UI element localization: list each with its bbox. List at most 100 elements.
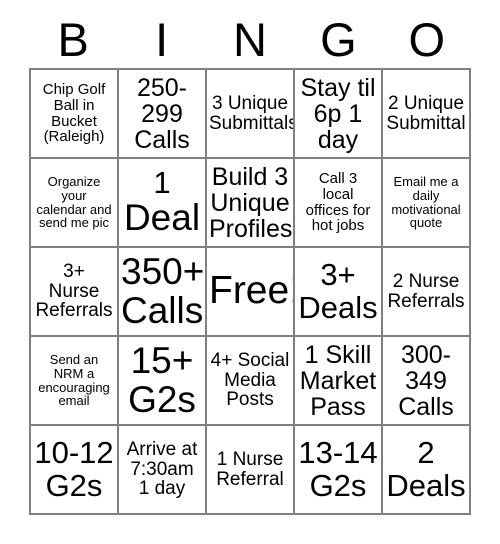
cell-o2-line: Email me a: [393, 174, 459, 190]
cell-b4-line: Send an: [49, 352, 99, 368]
cell-b3-line: Nurse: [48, 280, 100, 302]
cell-o3-line: 2 Nurse: [392, 270, 460, 292]
cell-i1[interactable]: 250- 299 Calls: [119, 70, 207, 159]
bingo-row: 10-12 G2s Arrive at 7:30am 1 day 1 Nurse Refer…: [31, 426, 471, 515]
cell-i5-line: Arrive at: [126, 438, 198, 460]
bingo-row: 3+ Nurse Referrals 350+ Calls Free! 3+ Deals 2 N…: [31, 248, 471, 337]
cell-i2[interactable]: 1 Deal: [119, 159, 207, 248]
cell-b2-line: calendar and: [36, 201, 112, 217]
cell-b1[interactable]: Chip Golf Ball in Bucket (Raleigh): [31, 70, 119, 159]
cell-o2[interactable]: Email me a daily motivational quote: [383, 159, 471, 248]
cell-o4[interactable]: 300- 349 Calls: [383, 337, 471, 426]
cell-o1-line: Submittal: [386, 112, 466, 134]
cell-o3[interactable]: 2 Nurse Referrals: [383, 248, 471, 337]
cell-g1-line: day: [317, 125, 359, 154]
cell-b5[interactable]: 10-12 G2s: [31, 426, 119, 515]
cell-g4-line: Market: [299, 366, 377, 395]
cell-b2-line: send me pic: [38, 215, 110, 231]
cell-g3[interactable]: 3+ Deals: [295, 248, 383, 337]
bingo-header-letter-g: G: [320, 13, 357, 66]
cell-i1-line: 250-: [136, 73, 188, 102]
cell-i2-line: 1: [153, 165, 171, 201]
cell-o5-line: 2: [417, 435, 435, 471]
cell-n2-line: Profiles: [209, 214, 293, 243]
cell-g2-line: hot jobs: [311, 217, 365, 235]
cell-i4-line: G2s: [128, 378, 196, 420]
bingo-header-letter-n: N: [233, 13, 267, 66]
cell-i3-line: Calls: [121, 289, 204, 331]
cell-i5[interactable]: Arrive at 7:30am 1 day: [119, 426, 207, 515]
cell-o3-line: Referrals: [387, 290, 465, 312]
cell-b3-line: 3+: [63, 260, 85, 282]
cell-g1-line: Stay til: [300, 73, 376, 102]
bingo-header-letter-i: I: [155, 13, 169, 66]
cell-n5-line: Referral: [216, 468, 284, 490]
cell-n1[interactable]: 3 Unique Submittals: [207, 70, 295, 159]
cell-b1-line: Chip Golf: [42, 81, 106, 99]
cell-b1-line: (Raleigh): [43, 128, 105, 146]
cell-b2[interactable]: Organize your calendar and send me pic: [31, 159, 119, 248]
cell-i3-line: 350+: [121, 251, 205, 293]
cell-o4-line: 300-: [400, 340, 452, 369]
cell-g3-line: Deals: [298, 289, 378, 325]
bingo-row: Send an NRM a encouraging email 15+ G2s 4+ Soc…: [31, 337, 471, 426]
cell-o1-line: 2 Unique: [387, 92, 465, 114]
cell-g3-line: 3+: [320, 257, 356, 293]
bingo-card: BINGO Chip Golf Ball in Bucket (Raleigh) 250…: [0, 0, 500, 544]
cell-g2-line: offices for: [305, 201, 371, 219]
cell-n3[interactable]: Free!: [207, 248, 295, 337]
cell-g4[interactable]: 1 Skill Market Pass: [295, 337, 383, 426]
cell-o4-line: 349: [405, 366, 447, 395]
cell-n5-line: 1 Nurse: [216, 448, 284, 470]
cell-g2-line: local: [322, 185, 354, 203]
bingo-row: Organize your calendar and send me pic 1 Deal…: [31, 159, 471, 248]
cell-i5-line: 1 day: [138, 478, 186, 500]
cell-o5[interactable]: 2 Deals: [383, 426, 471, 515]
cell-i3[interactable]: 350+ Calls: [119, 248, 207, 337]
bingo-grid: Chip Golf Ball in Bucket (Raleigh) 250- 299 Ca…: [29, 68, 471, 515]
cell-o2-line: quote: [409, 215, 443, 231]
cell-i1-line: 299: [141, 99, 183, 128]
cell-b3[interactable]: 3+ Nurse Referrals: [31, 248, 119, 337]
cell-g1-line: 6p 1: [313, 99, 363, 128]
cell-i2-line: Deal: [123, 197, 201, 239]
cell-b3-line: Referrals: [35, 300, 113, 322]
cell-b4-line: NRM a: [53, 365, 95, 381]
cell-b1-line: Bucket: [51, 112, 97, 130]
bingo-header: B I NGO: [29, 12, 471, 67]
cell-o2-line: daily: [412, 187, 440, 203]
cell-g5-line: G2s: [309, 467, 367, 503]
cell-o1[interactable]: 2 Unique Submittal: [383, 70, 471, 159]
cell-i1-line: Calls: [134, 125, 190, 154]
cell-n4[interactable]: 4+ Social Media Posts: [207, 337, 295, 426]
cell-b4[interactable]: Send an NRM a encouraging email: [31, 337, 119, 426]
cell-n1-line: Submittals: [209, 112, 295, 134]
cell-n2[interactable]: Build 3 Unique Profiles: [207, 159, 295, 248]
cell-i4-line: 15+: [130, 340, 194, 382]
bingo-row: Chip Golf Ball in Bucket (Raleigh) 250- 299 Ca…: [31, 70, 471, 159]
cell-b4-line: encouraging: [38, 379, 110, 395]
cell-b1-line: Ball in: [53, 96, 95, 114]
cell-b4-line: email: [58, 393, 90, 409]
cell-n2-line: Build 3: [211, 162, 289, 191]
cell-b2-line: Organize: [47, 174, 101, 190]
cell-n1-line: 3 Unique: [211, 92, 289, 114]
cell-n3-line: Free!: [209, 269, 295, 313]
cell-g1[interactable]: Stay til 6p 1 day: [295, 70, 383, 159]
cell-g4-line: 1 Skill: [304, 340, 372, 369]
cell-n5[interactable]: 1 Nurse Referral: [207, 426, 295, 515]
cell-i4[interactable]: 15+ G2s: [119, 337, 207, 426]
cell-n4-line: Posts: [226, 389, 274, 411]
cell-o4-line: Calls: [398, 392, 454, 421]
cell-b5-line: G2s: [45, 467, 103, 503]
cell-g2-line: Call 3: [318, 170, 358, 188]
cell-b5-line: 10-12: [34, 435, 114, 471]
bingo-header-letter-o: O: [408, 13, 446, 66]
cell-o2-line: motivational: [391, 201, 461, 217]
cell-g4-line: Pass: [310, 392, 366, 421]
cell-g2[interactable]: Call 3 local offices for hot jobs: [295, 159, 383, 248]
cell-b2-line: your: [61, 187, 87, 203]
cell-n2-line: Unique: [210, 188, 290, 217]
cell-o5-line: Deals: [386, 467, 466, 503]
cell-g5[interactable]: 13-14 G2s: [295, 426, 383, 515]
